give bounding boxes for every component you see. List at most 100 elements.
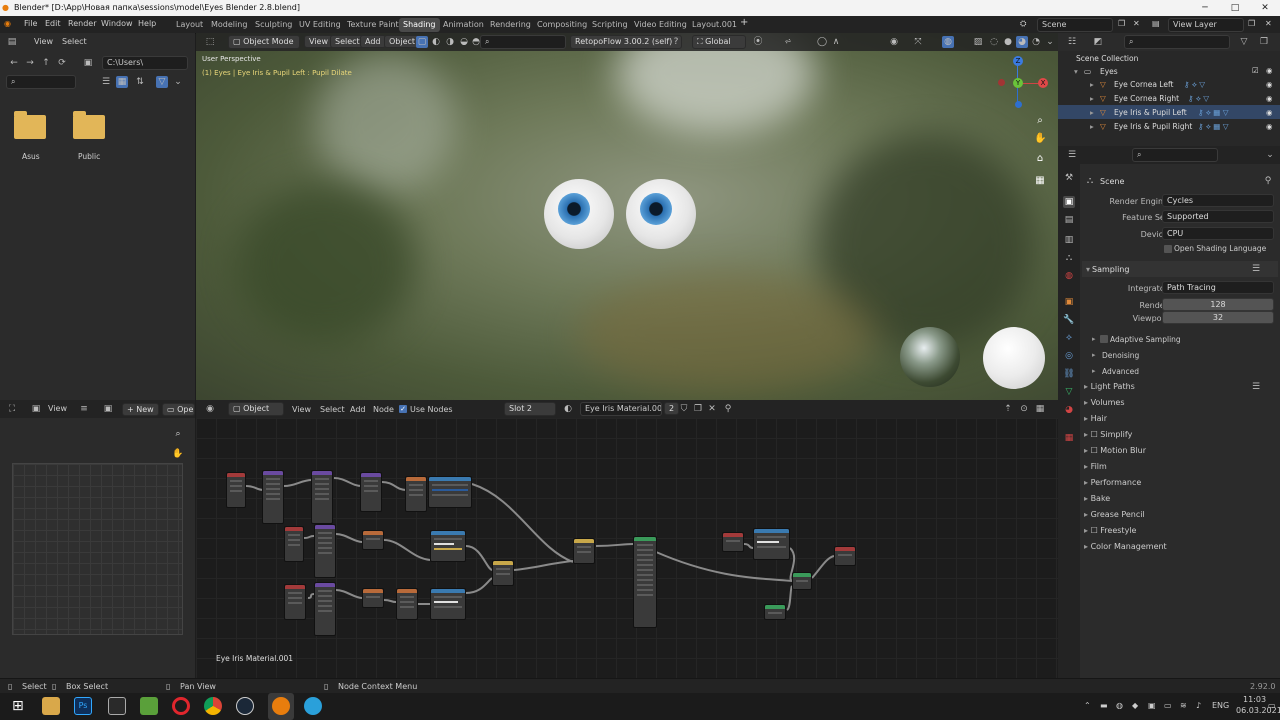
duplicate-material-icon[interactable]: ❐ xyxy=(692,403,704,415)
material-tab-icon[interactable]: ◕ xyxy=(1063,404,1075,416)
section-volumes[interactable]: Volumes xyxy=(1084,398,1125,407)
section-color-management[interactable]: Color Management xyxy=(1084,542,1167,551)
section-hair[interactable]: Hair xyxy=(1084,414,1107,423)
visibility-icon[interactable]: ◉ xyxy=(1266,66,1273,75)
select-invert-icon[interactable]: ◒ xyxy=(458,36,470,48)
adaptive-sampling-checkbox[interactable] xyxy=(1100,335,1108,343)
transform-orientation-dropdown[interactable]: ⛶ Global xyxy=(692,35,746,49)
retopoflow-addon-button[interactable]: RetopoFlow 3.00.2 (self) xyxy=(570,35,682,49)
scene-selector[interactable]: Scene xyxy=(1037,18,1113,32)
properties-search-input[interactable]: ⌕ xyxy=(1132,148,1218,162)
tab-compositing[interactable]: Compositing xyxy=(533,18,591,32)
material-browse-icon[interactable]: ◐ xyxy=(562,403,574,415)
select-subtract-icon[interactable]: ◑ xyxy=(444,36,456,48)
shader-node[interactable] xyxy=(362,588,384,608)
collection-eyes-label[interactable]: Eyes xyxy=(1100,67,1118,76)
visibility-icon[interactable]: ◉ xyxy=(1266,108,1273,117)
use-nodes-checkbox[interactable]: ✓ xyxy=(399,405,407,413)
shading-options-icon[interactable]: ⌄ xyxy=(1044,36,1056,48)
image-canvas-grid[interactable] xyxy=(12,463,183,635)
gizmo-y-icon[interactable]: Y xyxy=(1013,78,1023,88)
editor-type-icon[interactable]: ⛶ xyxy=(6,403,18,415)
node-select-menu[interactable]: Select xyxy=(320,405,345,414)
editor-type-icon[interactable]: ⬚ xyxy=(204,36,216,48)
pin-icon[interactable]: ⚲ xyxy=(722,403,734,415)
tray-app-icon[interactable]: ◍ xyxy=(1116,701,1123,710)
shader-node[interactable] xyxy=(492,560,514,586)
section-film[interactable]: Film xyxy=(1084,462,1107,471)
modifiers-tab-icon[interactable]: 🔧 xyxy=(1063,314,1075,326)
add-workspace-icon[interactable]: + xyxy=(740,17,748,28)
material-output-node[interactable] xyxy=(834,546,856,566)
presets-icon[interactable]: ☰ xyxy=(1250,263,1262,275)
proportional-edit-icon[interactable]: ◯ xyxy=(816,36,828,48)
outliner-item-eye-iris-pupil-left[interactable]: Eye Iris & Pupil Left xyxy=(1114,108,1187,117)
media-player-icon[interactable] xyxy=(108,697,126,715)
perspective-toggle-icon[interactable]: ▦ xyxy=(1034,175,1046,187)
render-tab-icon[interactable]: ▣ xyxy=(1063,196,1075,208)
adaptive-sampling-label[interactable]: Adaptive Sampling xyxy=(1110,335,1181,344)
menu-render[interactable]: Render xyxy=(68,19,96,28)
tray-app-icon[interactable]: ▬ xyxy=(1100,701,1108,710)
collection-expand-icon[interactable]: ▾ xyxy=(1074,67,1078,76)
fake-user-icon[interactable]: ⛉ xyxy=(678,403,690,415)
node-view-menu[interactable]: View xyxy=(292,405,311,414)
mix-shader-node[interactable] xyxy=(792,572,812,590)
gizmo-negative-x-icon[interactable] xyxy=(998,79,1005,86)
gizmo-toggle-icon[interactable]: ⤧ xyxy=(912,36,924,48)
section-performance[interactable]: Performance xyxy=(1084,478,1142,487)
viewport-search-input[interactable]: ⌕ xyxy=(480,35,566,49)
display-thumbnails-icon[interactable]: ▦ xyxy=(116,76,128,88)
material-slot-dropdown[interactable]: Slot 2 xyxy=(504,402,556,416)
object-tab-icon[interactable]: ▣ xyxy=(1063,296,1075,308)
shader-node[interactable] xyxy=(284,584,306,620)
shader-node[interactable] xyxy=(226,472,246,508)
camera-icon[interactable]: ⌂ xyxy=(1034,153,1046,165)
language-indicator[interactable]: ENG xyxy=(1212,701,1229,710)
outliner-item-eye-cornea-left[interactable]: Eye Cornea Left xyxy=(1114,80,1173,89)
overlay-toggle-icon[interactable]: ◍ xyxy=(942,36,954,48)
tab-animation[interactable]: Animation xyxy=(439,18,488,32)
data-tab-icon[interactable]: ▽ xyxy=(1063,386,1075,398)
menu-window[interactable]: Window xyxy=(101,19,133,28)
filter-icon[interactable]: ▽ xyxy=(1238,36,1250,48)
visibility-icon[interactable]: ◉ xyxy=(1266,80,1273,89)
shader-node[interactable] xyxy=(284,526,304,562)
editor-type-icon[interactable]: ▤ xyxy=(6,36,18,48)
file-explorer-icon[interactable] xyxy=(42,697,60,715)
photoshop-icon[interactable]: Ps xyxy=(74,697,92,715)
shader-node[interactable] xyxy=(360,472,382,512)
material-name-field[interactable]: Eye Iris Material.001 xyxy=(580,402,662,416)
display-mode-icon[interactable]: ◩ xyxy=(1092,36,1104,48)
tray-app-icon[interactable]: ▣ xyxy=(1148,701,1156,710)
editor-type-icon[interactable]: ☰ xyxy=(1066,149,1078,161)
shader-node[interactable] xyxy=(262,470,284,524)
shader-node[interactable] xyxy=(428,476,472,508)
delete-view-layer-icon[interactable]: ✕ xyxy=(1265,19,1272,28)
tab-scripting[interactable]: Scripting xyxy=(588,18,632,32)
forward-arrow-icon[interactable]: → xyxy=(24,57,36,69)
file-browser-view-menu[interactable]: View xyxy=(34,37,53,46)
tab-layout-001[interactable]: Layout.001 xyxy=(688,18,741,32)
render-samples-field[interactable]: 128 xyxy=(1162,298,1274,311)
shader-node[interactable] xyxy=(405,476,427,512)
shader-node[interactable] xyxy=(311,470,333,524)
filter-dropdown-icon[interactable]: ⌄ xyxy=(172,76,184,88)
open-image-button[interactable]: ▭ Open xyxy=(162,403,195,416)
shader-node[interactable] xyxy=(753,528,790,560)
refresh-icon[interactable]: ⟳ xyxy=(56,57,68,69)
tray-expand-icon[interactable]: ⌃ xyxy=(1084,701,1091,710)
snap-element-icon[interactable]: ▦ xyxy=(1034,403,1046,415)
shading-rendered-icon[interactable]: ◔ xyxy=(1030,36,1042,48)
shader-node[interactable] xyxy=(314,524,336,578)
freestyle-checkbox[interactable]: ☐ xyxy=(1091,526,1101,535)
new-scene-icon[interactable]: ❐ xyxy=(1118,19,1125,28)
folder-asus-label[interactable]: Asus xyxy=(22,152,40,161)
navigation-gizmo[interactable]: Z Y X xyxy=(994,51,1054,111)
shader-node[interactable] xyxy=(362,530,384,550)
hand-pan-icon[interactable]: ✋ xyxy=(172,448,184,460)
gizmo-z-icon[interactable]: Z xyxy=(1013,56,1023,66)
eye-right[interactable] xyxy=(626,179,696,249)
section-light-paths[interactable]: Light Paths xyxy=(1084,382,1135,391)
viewport-object-menu[interactable]: Object xyxy=(384,35,421,48)
